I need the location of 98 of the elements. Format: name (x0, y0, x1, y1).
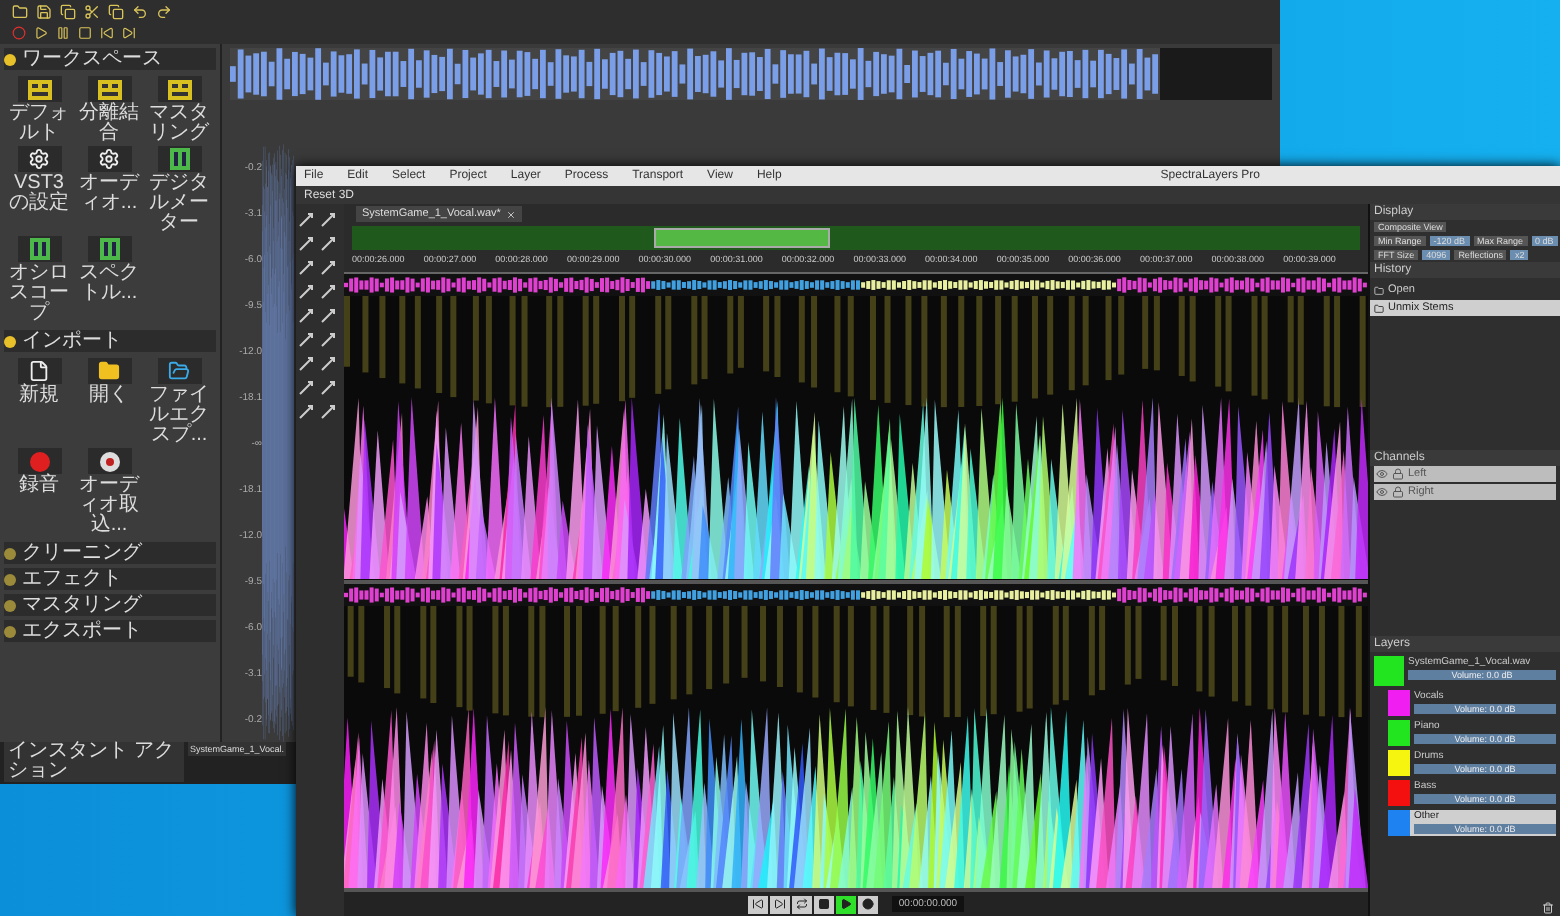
lock-icon[interactable] (1392, 486, 1404, 498)
section-header[interactable]: マスタリング (4, 594, 216, 616)
tool-icon[interactable] (298, 260, 314, 276)
tile-button[interactable] (17, 236, 61, 262)
trash-icon[interactable] (1542, 902, 1554, 914)
meter-panel (1160, 48, 1272, 100)
loop-icon (796, 898, 809, 910)
tile-button[interactable] (157, 358, 201, 384)
tile-button[interactable] (87, 358, 131, 384)
transport-button[interactable] (836, 895, 857, 913)
tool-icon[interactable] (320, 260, 336, 276)
tile-button[interactable] (157, 76, 201, 102)
transport-button[interactable] (814, 895, 835, 913)
stop-icon[interactable] (78, 26, 92, 40)
tool-icon[interactable] (320, 356, 336, 372)
tile-label: デジタルメーター (147, 174, 211, 234)
folder-icon (1374, 285, 1384, 295)
tool-icon[interactable] (320, 236, 336, 252)
tool-icon[interactable] (298, 284, 314, 300)
tile-label: 新規 (17, 386, 61, 406)
record-icon (29, 451, 49, 471)
toolbar-icon[interactable] (156, 3, 172, 19)
tile-label: 録音 (17, 476, 61, 496)
section-header[interactable]: エフェクト (4, 568, 216, 590)
meter-icon (29, 238, 49, 260)
tile-label: マスタリング (147, 104, 211, 144)
tile-button[interactable] (157, 146, 201, 172)
skip-forward-icon (774, 898, 787, 910)
transport-button[interactable] (748, 895, 769, 913)
layout-icon (97, 79, 121, 99)
toolbar-icon[interactable] (60, 3, 76, 19)
tool-icon[interactable] (320, 332, 336, 348)
panel-tab[interactable]: インスタント アクション (4, 742, 184, 782)
tool-icon[interactable] (320, 404, 336, 420)
tile-button[interactable] (87, 236, 131, 262)
layout-icon (27, 79, 51, 99)
tool-icon[interactable] (320, 212, 336, 228)
tool-icon[interactable] (298, 332, 314, 348)
toolbar-icon[interactable] (132, 3, 148, 19)
tool-icon[interactable] (320, 308, 336, 324)
meter-icon (99, 238, 119, 260)
tile-button[interactable] (17, 76, 61, 102)
tile-button[interactable] (17, 448, 61, 474)
tile-label: オシロスコープ (7, 264, 71, 324)
tile-button[interactable] (17, 146, 61, 172)
tile-label: ファイルエクスプ... (147, 386, 211, 446)
file-icon (28, 360, 50, 382)
toolbar-icon[interactable] (36, 3, 52, 19)
tool-icon[interactable] (298, 308, 314, 324)
selection-handle[interactable] (654, 228, 830, 248)
play-icon[interactable] (34, 26, 48, 40)
tile-label: VST3の設定 (7, 174, 71, 214)
transport-button[interactable] (858, 895, 879, 913)
stop-icon (818, 898, 831, 910)
toolbar-icon[interactable] (108, 3, 124, 19)
tile-label: 分離結合 (77, 104, 141, 144)
record-icon[interactable] (12, 26, 26, 40)
record-icon (862, 898, 875, 910)
skip-forward-icon[interactable] (122, 26, 136, 40)
tile-button[interactable] (17, 358, 61, 384)
tile-label: オーディオ取込... (77, 476, 142, 536)
section-header[interactable]: クリーニング (4, 542, 216, 564)
skip-back-icon[interactable] (100, 26, 114, 40)
gear-icon (98, 148, 120, 170)
tool-icon[interactable] (320, 284, 336, 300)
toolbar-icon[interactable] (84, 3, 100, 19)
tool-icon[interactable] (298, 212, 314, 228)
tile-button[interactable] (87, 146, 131, 172)
folder-icon (1374, 303, 1384, 313)
transport-button[interactable] (792, 895, 813, 913)
folder-icon (98, 360, 120, 382)
meter-icon (169, 148, 189, 170)
tool-icon[interactable] (298, 236, 314, 252)
section-header[interactable]: ワークスペース (4, 48, 216, 70)
tool-icon[interactable] (298, 356, 314, 372)
tile-label: デフォルト (7, 104, 71, 144)
disc-icon (99, 451, 119, 471)
eye-icon[interactable] (1376, 468, 1388, 480)
transport-button[interactable] (770, 895, 791, 913)
toolbar-icon[interactable] (12, 3, 28, 19)
tile-label: スペクトル... (77, 264, 141, 304)
tool-icon[interactable] (298, 380, 314, 396)
section-header[interactable]: インポート (4, 330, 216, 352)
tool-icon[interactable] (298, 404, 314, 420)
lock-icon[interactable] (1392, 468, 1404, 480)
play-icon (840, 898, 853, 910)
tile-button[interactable] (87, 448, 131, 474)
section-header[interactable]: エクスポート (4, 620, 216, 642)
folder-icon (168, 360, 190, 382)
pause-icon[interactable] (56, 26, 70, 40)
gear-icon (28, 148, 50, 170)
tool-icon[interactable] (320, 380, 336, 396)
eye-icon[interactable] (1376, 486, 1388, 498)
tile-button[interactable] (87, 76, 131, 102)
layout-icon (167, 79, 191, 99)
skip-back-icon (752, 898, 765, 910)
tile-label: オーディオ... (77, 174, 142, 214)
tile-label: 開く (87, 386, 131, 406)
